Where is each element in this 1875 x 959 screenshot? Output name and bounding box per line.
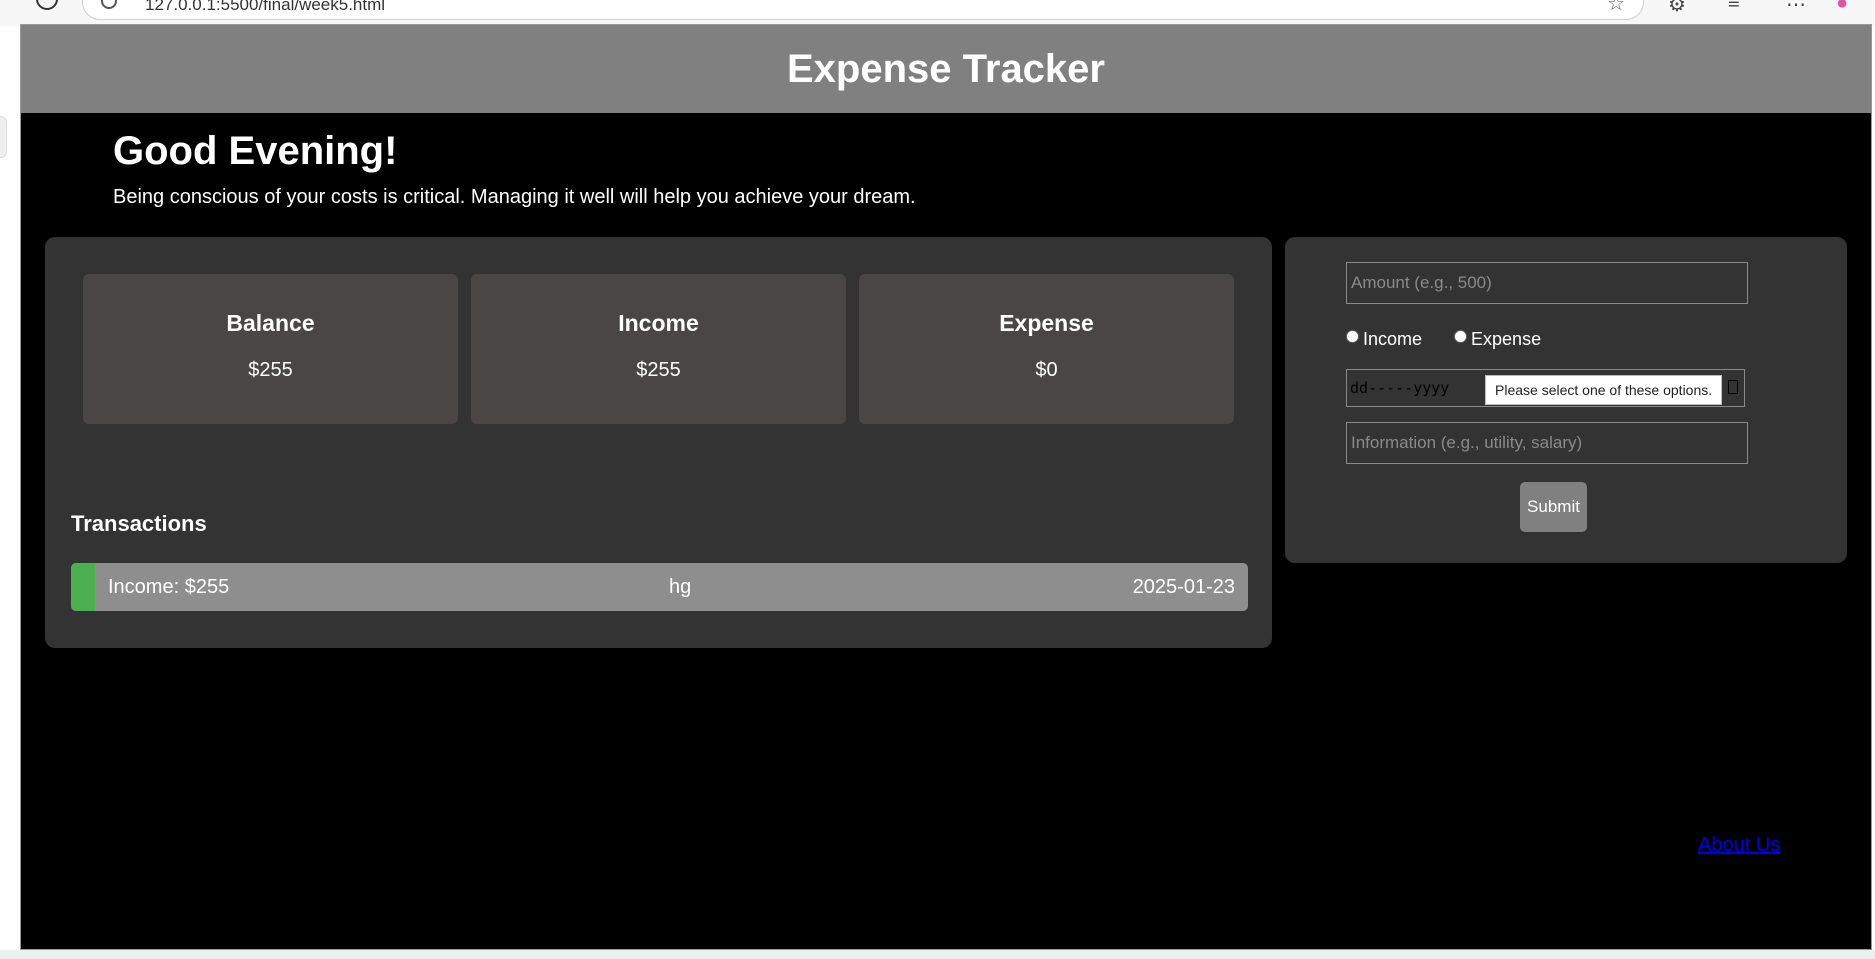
date-format-text: dd-----yyyy [1350,379,1450,397]
expense-radio[interactable] [1454,330,1468,343]
income-radio[interactable] [1346,330,1359,343]
transaction-date: 2025-01-23 [1132,576,1235,598]
app-title: Expense Tracker [787,46,1105,91]
greeting: Good Evening! [113,129,398,173]
browser-toolbar: 127.0.0.1:5500/final/week5.html ☆ ⚙ ≡ ⋯ … [0,0,1875,26]
bookmark-star-icon[interactable]: ☆ [1607,0,1625,16]
profile-icon[interactable]: ● [1836,0,1848,15]
income-card: Income $255 [471,274,846,424]
extensions-icon[interactable]: ⚙ [1668,0,1686,17]
more-menu-icon[interactable]: ⋯ [1786,0,1806,17]
summary-panel: Balance $255 Income $255 Expense $0 Tran… [45,237,1272,648]
reload-icon[interactable] [36,0,58,10]
about-us-link[interactable]: About Us [1698,834,1780,857]
url-text: 127.0.0.1:5500/final/week5.html [145,0,386,14]
tagline: Being conscious of your costs is critica… [113,186,916,208]
address-bar[interactable]: 127.0.0.1:5500/final/week5.html ☆ [82,0,1644,20]
balance-card: Balance $255 [83,274,458,424]
transaction-info: hg [669,576,692,598]
transactions-heading: Transactions [71,511,207,536]
balance-label: Balance [226,310,315,336]
income-label: Income [618,310,699,336]
calendar-icon[interactable] [1728,380,1738,394]
transaction-type-amount: Income: $255 [108,576,230,598]
income-radio-label[interactable]: Income [1363,329,1422,350]
site-info-icon[interactable] [101,0,117,9]
app-viewport: Expense Tracker Good Evening! Being cons… [20,24,1872,950]
transaction-form: Income Expense dd-----yyyy Please select… [1285,237,1847,563]
validation-tooltip: Please select one of these options. [1485,375,1723,405]
income-value: $255 [636,359,681,381]
balance-value: $255 [248,359,293,381]
income-indicator [71,563,95,611]
information-input[interactable] [1346,422,1748,464]
bottom-edge [0,950,1875,959]
transaction-row: Income: $255 hg 2025-01-23 [71,563,1248,611]
expense-radio-label[interactable]: Expense [1471,329,1541,350]
type-radio-group: Income Expense [1346,329,1573,350]
sidebar-handle[interactable] [0,116,7,158]
expense-card: Expense $0 [859,274,1234,424]
expense-value: $0 [1035,359,1058,381]
amount-input[interactable] [1346,262,1748,304]
reading-list-icon[interactable]: ≡ [1728,0,1740,15]
app-header: Expense Tracker [21,25,1871,113]
submit-button[interactable]: Submit [1520,482,1587,532]
expense-label: Expense [999,310,1094,336]
date-input[interactable]: dd-----yyyy Please select one of these o… [1346,369,1745,407]
